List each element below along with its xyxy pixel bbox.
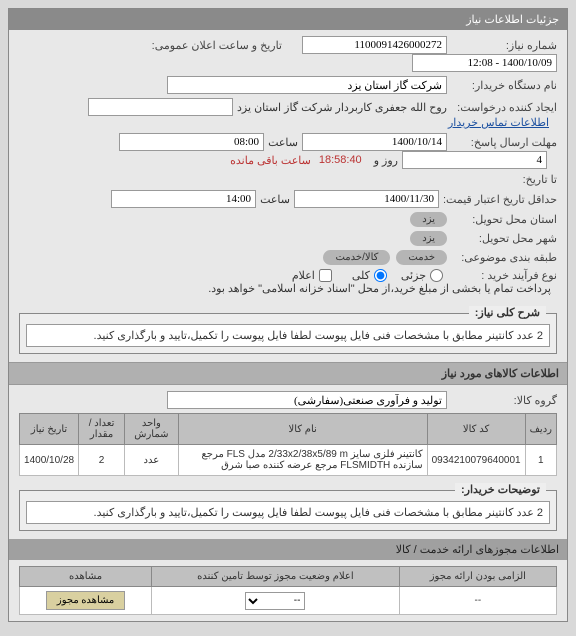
group-input[interactable]	[167, 391, 447, 409]
reply-date-input[interactable]	[302, 133, 447, 151]
permit-status-cell: --	[152, 587, 399, 615]
cell-unit: عدد	[125, 445, 179, 476]
reply-label: مهلت ارسال پاسخ:	[447, 136, 557, 149]
cell-name: کانتینر فلزی سایز 2/33x2/38x5/89 m مدل F…	[178, 445, 427, 476]
cell-date: 1400/10/28	[20, 445, 79, 476]
items-table: ردیف کد کالا نام کالا واحد شمارش تعداد /…	[19, 413, 557, 476]
summary-fieldset: شرح کلی نیاز: 2 عدد کانتینر مطابق با مشخ…	[19, 313, 557, 354]
pt-full-option[interactable]: کلی	[352, 269, 387, 282]
th-idx: ردیف	[525, 414, 556, 445]
category-label: طبقه بندی موضوعی:	[447, 251, 557, 264]
permit-view-cell: مشاهده مجوز	[20, 587, 152, 615]
pt-partial-label: جزئی	[401, 269, 426, 282]
pth-status: اعلام وضعیت مجوز توسط تامین کننده	[152, 567, 399, 587]
announce-input[interactable]	[412, 54, 557, 72]
table-row[interactable]: 1 0934210079640001 کانتینر فلزی سایز 2/3…	[20, 445, 557, 476]
org-label: نام دستگاه خریدار:	[447, 79, 557, 92]
contact-link[interactable]: اطلاعات تماس خریدار	[448, 116, 549, 129]
th-name: نام کالا	[178, 414, 427, 445]
remaining-label: ساعت باقی مانده	[230, 154, 311, 167]
items-header: اطلاعات کالاهای مورد نیاز	[9, 362, 567, 385]
need-no-input[interactable]	[302, 36, 447, 54]
group-label: گروه کالا:	[447, 394, 557, 407]
permit-mandatory-cell: --	[399, 587, 556, 615]
days-input[interactable]	[402, 151, 547, 169]
th-code: کد کالا	[427, 414, 525, 445]
panel-body: شماره نیاز: تاریخ و ساعت اعلان عمومی: نا…	[9, 30, 567, 305]
cell-code: 0934210079640001	[427, 445, 525, 476]
pth-view: مشاهده	[20, 567, 152, 587]
until-label: تا تاریخ:	[447, 173, 557, 186]
summary-text: 2 عدد کانتینر مطابق با مشخصات فنی فایل پ…	[26, 324, 550, 347]
need-no-label: شماره نیاز:	[447, 39, 557, 52]
cell-qty: 2	[79, 445, 125, 476]
summary-legend: شرح کلی نیاز:	[469, 306, 546, 319]
th-date: تاریخ نیاز	[20, 414, 79, 445]
pt-partial-option[interactable]: جزئی	[401, 269, 443, 282]
pt-full-label: کلی	[352, 269, 370, 282]
remaining-time: 18:58:40	[319, 154, 362, 166]
permits-table: الزامی بودن ارائه مجوز اعلام وضعیت مجوز …	[19, 566, 557, 615]
panel-title: جزئیات اطلاعات نیاز	[9, 9, 567, 30]
province-pill: یزد	[410, 212, 447, 227]
credit-label: حداقل تاریخ اعتبار قیمت:	[439, 193, 557, 206]
city-label: شهر محل تحویل:	[447, 232, 557, 245]
time-label-2: ساعت	[260, 193, 290, 206]
th-unit: واحد شمارش	[125, 414, 179, 445]
purchase-type-label: نوع فرآیند خرید :	[447, 269, 557, 282]
cat-goods-pill: کالا/خدمت	[323, 250, 390, 265]
buyer-notes-legend: توضیحات خریدار:	[455, 483, 546, 496]
pt-partial-radio[interactable]	[430, 269, 443, 282]
time-label-1: ساعت	[268, 136, 298, 149]
cat-service-pill: خدمت	[396, 250, 447, 265]
org-input[interactable]	[167, 76, 447, 94]
payment-note: پرداخت تمام یا بخشی از مبلغ خرید،از محل …	[208, 282, 551, 295]
pt-full-radio[interactable]	[374, 269, 387, 282]
pth-mandatory: الزامی بودن ارائه مجوز	[399, 567, 556, 587]
purchase-type-group: جزئی کلی	[352, 269, 447, 282]
credit-date-input[interactable]	[294, 190, 439, 208]
credit-time-input[interactable]	[111, 190, 256, 208]
view-permit-button[interactable]: مشاهده مجوز	[46, 591, 125, 610]
th-qty: تعداد / مقدار	[79, 414, 125, 445]
creator-extra-input[interactable]	[88, 98, 233, 116]
cell-idx: 1	[525, 445, 556, 476]
details-panel: جزئیات اطلاعات نیاز شماره نیاز: تاریخ و …	[8, 8, 568, 622]
creator-value: روح الله جعفری کاربردار شرکت گاز استان ی…	[237, 101, 447, 114]
province-label: استان محل تحویل:	[447, 213, 557, 226]
reply-time-input[interactable]	[119, 133, 264, 151]
declare-option[interactable]: اعلام	[292, 269, 332, 282]
city-pill: یزد	[410, 231, 447, 246]
permit-status-select[interactable]: --	[245, 592, 305, 610]
announce-label: تاریخ و ساعت اعلان عمومی:	[148, 39, 282, 52]
creator-label: ایجاد کننده درخواست:	[447, 101, 557, 114]
declare-checkbox[interactable]	[319, 269, 332, 282]
buyer-notes-text: 2 عدد کانتینر مطابق با مشخصات فنی فایل پ…	[26, 501, 550, 524]
permit-row: -- -- مشاهده مجوز	[20, 587, 557, 615]
days-label: روز و	[374, 154, 398, 167]
declare-label: اعلام	[292, 269, 315, 282]
buyer-notes-fieldset: توضیحات خریدار: 2 عدد کانتینر مطابق با م…	[19, 490, 557, 531]
